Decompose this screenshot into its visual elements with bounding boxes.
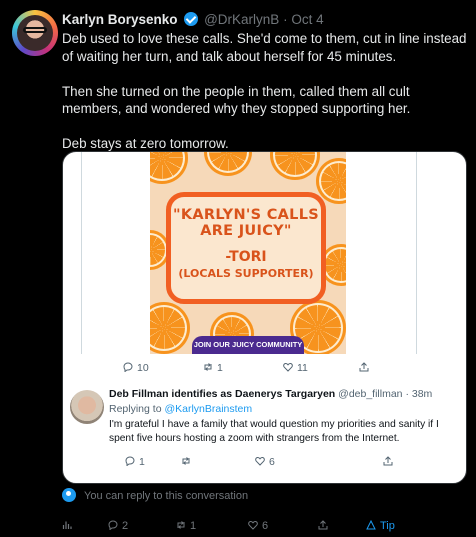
retweet-icon <box>204 363 212 371</box>
replying-to-line: Replying to @KarlynBrainstem <box>109 403 252 415</box>
conversation-restriction-note: You can reply to this conversation <box>62 488 248 502</box>
media-reply-action[interactable]: 10 <box>123 362 149 374</box>
header-separator: · <box>283 12 288 27</box>
promo-attribution: -TORI <box>225 249 267 265</box>
conversation-note-text: You can reply to this conversation <box>84 490 249 502</box>
promo-cta-button: JOIN OUR JUICY COMMUNITY <box>192 336 304 354</box>
reply-action[interactable]: 2 <box>108 520 128 532</box>
retweet-count: 1 <box>190 520 197 532</box>
orange-slice-decoration <box>150 152 188 184</box>
author-handle[interactable]: @DrKarlynB <box>204 12 279 27</box>
share-action[interactable] <box>318 520 332 532</box>
reply-share-action[interactable] <box>383 456 397 468</box>
promo-role: (LOCALS SUPPORTER) <box>178 267 314 280</box>
promo-quote-text: "KARLYN'S CALLS ARE JUICY" <box>172 207 319 239</box>
reply-header: Deb Fillman identifies as Daenerys Targa… <box>109 388 432 400</box>
tip-label: Tip <box>380 520 395 532</box>
tweet-timestamp[interactable]: Oct 4 <box>291 12 323 27</box>
heart-icon <box>255 456 265 466</box>
author-avatar[interactable] <box>12 10 58 56</box>
reply-reply-count: 1 <box>139 456 145 468</box>
reply-author-name[interactable]: Deb Fillman identifies as Daenerys Targa… <box>109 388 335 400</box>
mention-restriction-icon <box>62 488 76 502</box>
thread-rail-left <box>81 152 82 354</box>
thread-rail-right <box>416 152 417 354</box>
reply-icon <box>123 362 133 372</box>
quoted-thread-card[interactable]: "KARLYN'S CALLS ARE JUICY" -TORI (LOCALS… <box>62 151 467 484</box>
tweet-action-bar: 2 1 6 Tip <box>0 518 476 537</box>
share-icon <box>359 362 369 372</box>
orange-slice-decoration <box>150 302 190 354</box>
reply-like-action[interactable]: 6 <box>255 456 275 468</box>
orange-slice-decoration <box>270 152 320 180</box>
media-like-count: 11 <box>297 362 308 374</box>
reply-timestamp[interactable]: 38m <box>412 388 432 400</box>
orange-slice-decoration <box>204 152 252 176</box>
like-count: 6 <box>262 520 269 532</box>
heart-icon <box>248 520 258 530</box>
reply-separator: · <box>405 388 409 400</box>
media-like-action[interactable]: 11 <box>283 362 308 374</box>
reply-icon <box>125 456 135 466</box>
analytics-action[interactable] <box>62 520 76 532</box>
tweet-text: Deb used to love these calls. She'd come… <box>62 31 467 151</box>
verified-badge-icon <box>184 12 199 26</box>
replying-to-label: Replying to <box>109 403 162 415</box>
embedded-tweet-media[interactable]: "KARLYN'S CALLS ARE JUICY" -TORI (LOCALS… <box>81 152 417 354</box>
like-action[interactable]: 6 <box>248 520 268 532</box>
share-icon <box>383 456 393 466</box>
reply-retweet-action[interactable] <box>181 456 195 468</box>
media-share-action[interactable] <box>359 362 373 374</box>
media-retweet-count: 1 <box>217 362 223 374</box>
reply-author-handle[interactable]: @deb_fillman <box>338 388 402 400</box>
reply-count: 2 <box>122 520 129 532</box>
tip-button[interactable]: Tip <box>366 520 395 532</box>
tip-icon <box>366 520 376 530</box>
retweet-icon <box>177 521 185 529</box>
reply-text: I'm grateful I have a family that would … <box>109 419 439 444</box>
share-icon <box>318 520 328 530</box>
reply-action-bar: 1 6 <box>125 456 445 470</box>
retweet-icon <box>182 457 190 465</box>
author-name[interactable]: Karlyn Borysenko <box>62 12 178 27</box>
media-reply-count: 10 <box>137 362 149 374</box>
avatar-face <box>17 15 53 51</box>
media-retweet-action[interactable]: 1 <box>203 362 223 374</box>
avatar-glasses <box>23 27 47 33</box>
analytics-icon <box>62 521 72 529</box>
tweet-header: Karlyn Borysenko @DrKarlynB · Oct 4 <box>62 12 324 27</box>
promo-image: "KARLYN'S CALLS ARE JUICY" -TORI (LOCALS… <box>150 152 346 354</box>
heart-icon <box>283 362 293 372</box>
reply-avatar[interactable] <box>70 390 104 424</box>
media-action-bar: 10 1 11 <box>123 362 423 376</box>
reply-like-count: 6 <box>269 456 275 468</box>
promo-quote-bubble: "KARLYN'S CALLS ARE JUICY" -TORI (LOCALS… <box>166 192 326 304</box>
retweet-action[interactable]: 1 <box>176 520 196 532</box>
replying-to-handle[interactable]: @KarlynBrainstem <box>164 403 252 415</box>
reply-icon <box>108 520 118 530</box>
reply-reply-action[interactable]: 1 <box>125 456 145 468</box>
